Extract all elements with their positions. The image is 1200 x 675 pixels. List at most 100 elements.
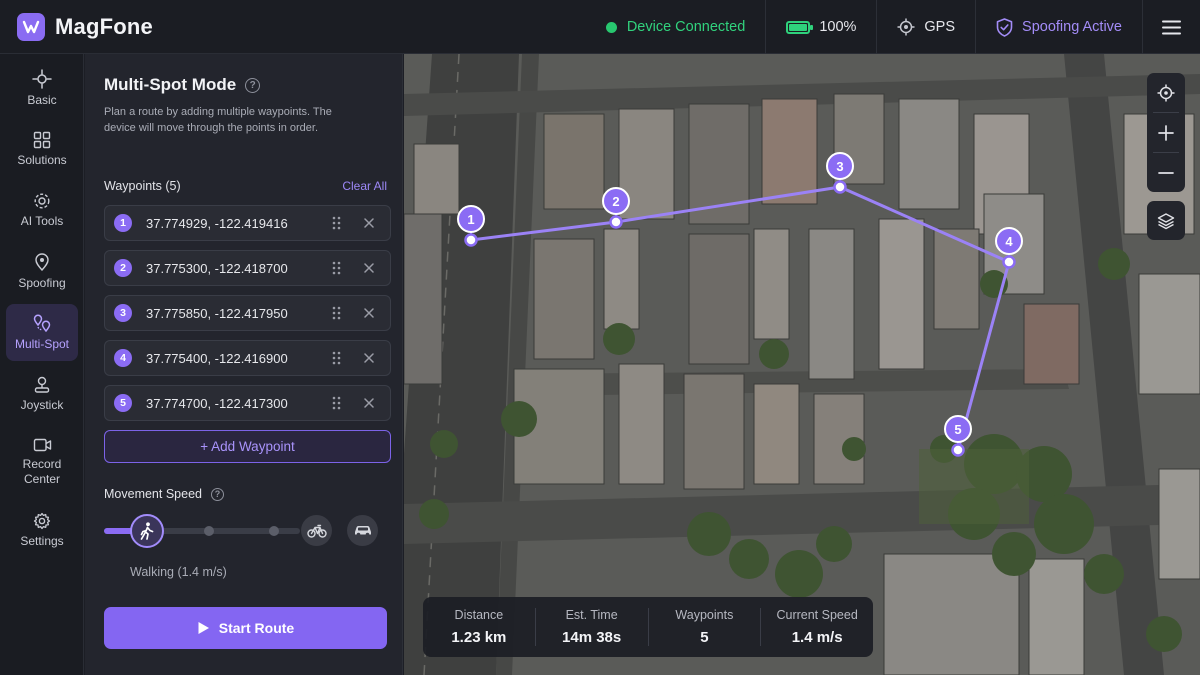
marker-label: 4 [1005,234,1013,249]
sidebar-item-record-center[interactable]: Record Center [6,426,78,498]
waypoint-row[interactable]: 1 37.774929, -122.419416 [104,205,391,241]
route-line [469,185,1011,452]
start-route-button[interactable]: Start Route [104,607,387,649]
play-icon [198,622,209,634]
movement-speed-label: Movement Speed ? [104,487,224,501]
layers-button[interactable] [1147,201,1185,240]
hamburger-menu-icon [1162,20,1181,34]
battery-fill [789,23,808,31]
speed-slider-thumb[interactable] [130,514,164,548]
panel-title: Multi-Spot Mode ? [104,75,261,95]
speed-label-text: Movement Speed [104,487,202,501]
waypoint-number: 2 [114,259,132,277]
sidebar-label-multi-spot: Multi-Spot [14,337,70,351]
minus-icon [1158,171,1174,174]
add-waypoint-button[interactable]: + Add Waypoint [104,430,391,463]
zoom-out-button[interactable] [1147,153,1185,192]
drag-handle-icon[interactable] [327,216,345,230]
spoofing-status: Spoofing Active [975,0,1142,54]
spoofing-text: Spoofing Active [1022,19,1122,35]
sidebar-item-settings[interactable]: Settings [6,502,78,559]
marker-label: 3 [836,159,843,174]
stat-value: 1.23 km [451,629,507,646]
basic-icon [32,69,52,89]
sidebar-label-solutions: Solutions [17,153,67,167]
locate-button[interactable] [1147,73,1185,112]
stat-current-speed: Current Speed 1.4 m/s [760,608,873,646]
map-layers-control [1147,201,1185,240]
stat-est-time: Est. Time 14m 38s [534,608,648,646]
stat-label: Est. Time [565,608,618,622]
remove-waypoint-icon[interactable] [360,263,378,273]
speed-slider-tick[interactable] [204,526,214,536]
driving-mode-button[interactable] [347,515,378,546]
clear-all-button[interactable]: Clear All [342,179,387,193]
waypoint-coord: 37.774929, -122.419416 [146,215,288,231]
sidebar-item-basic[interactable]: Basic [6,60,78,117]
panel-title-text: Multi-Spot Mode [104,75,237,94]
waypoint-marker-5[interactable]: 5 [944,415,972,457]
speed-help-icon[interactable]: ? [210,487,224,501]
multi-spot-panel: Multi-Spot Mode ? Plan a route by adding… [85,54,403,675]
drag-handle-icon[interactable] [327,261,345,275]
walking-icon [140,522,154,540]
battery-status: 100% [765,0,876,54]
drag-handle-icon[interactable] [327,396,345,410]
drag-handle-icon[interactable] [327,351,345,365]
waypoint-row[interactable]: 3 37.775850, -122.417950 [104,295,391,331]
menu-button[interactable] [1142,0,1200,54]
device-status-text: Device Connected [626,19,746,35]
status-area: Device Connected 100% GPS Spoofing Activ… [586,0,1200,54]
sidebar-item-solutions[interactable]: Solutions [6,121,78,178]
crosshair-icon [1157,84,1175,101]
remove-waypoint-icon[interactable] [360,308,378,318]
sidebar-item-multi-spot[interactable]: Multi-Spot [6,304,78,361]
waypoint-coord: 37.775400, -122.416900 [146,350,288,366]
waypoints-header: Waypoints (5) Clear All [104,179,387,193]
waypoint-number: 3 [114,304,132,322]
remove-waypoint-icon[interactable] [360,218,378,228]
top-bar: MagFone Device Connected 100% GPS Spoofi… [0,0,1200,54]
sidebar-label-settings: Settings [20,534,64,548]
stat-distance: Distance 1.23 km [423,608,535,646]
app-logo: MagFone [0,12,400,41]
sidebar-item-joystick[interactable]: Joystick [6,365,78,422]
help-icon[interactable]: ? [245,77,261,93]
sidebar-label-joystick: Joystick [20,397,64,412]
waypoint-coord: 37.774700, -122.417300 [146,395,288,411]
waypoint-row[interactable]: 4 37.775400, -122.416900 [104,340,391,376]
remove-waypoint-icon[interactable] [360,398,378,408]
waypoint-coord: 37.775850, -122.417950 [146,305,288,321]
sidebar-item-ai-tools[interactable]: AI Tools [6,182,78,239]
shield-check-icon [996,17,1013,37]
record-center-icon [33,438,51,452]
waypoint-marker-3[interactable]: 3 [826,152,854,194]
remove-waypoint-icon[interactable] [360,353,378,363]
marker-label: 2 [612,194,619,209]
waypoint-row[interactable]: 5 37.774700, -122.417300 [104,385,391,421]
zoom-in-button[interactable] [1147,113,1185,152]
waypoint-coord: 37.775300, -122.418700 [146,260,288,276]
speed-mode-text: Walking (1.4 m/s) [130,565,227,579]
map-view[interactable]: 1 2 3 4 5 Distance 1.23 km Est. Time 14m… [404,54,1200,675]
stat-label: Current Speed [776,608,858,622]
waypoint-row[interactable]: 2 37.775300, -122.418700 [104,250,391,286]
start-route-label: Start Route [218,620,295,636]
panel-description: Plan a route by adding multiple waypoint… [104,106,332,134]
gps-status[interactable]: GPS [876,0,975,54]
stat-label: Waypoints [675,608,734,622]
battery-icon [786,20,814,34]
multi-spot-icon [33,314,51,333]
waypoint-number: 5 [114,394,132,412]
sidebar-item-spoofing[interactable]: Spoofing [6,243,78,300]
stat-value: 14m 38s [562,629,622,646]
connected-dot-icon [605,21,617,33]
speed-slider-tick[interactable] [269,526,279,536]
drag-handle-icon[interactable] [327,306,345,320]
waypoint-marker-4[interactable]: 4 [995,227,1023,269]
cycling-mode-button[interactable] [301,515,332,546]
device-status: Device Connected [586,0,766,54]
joystick-icon [34,376,50,393]
plus-icon [1158,124,1174,141]
marker-label: 1 [467,212,474,227]
